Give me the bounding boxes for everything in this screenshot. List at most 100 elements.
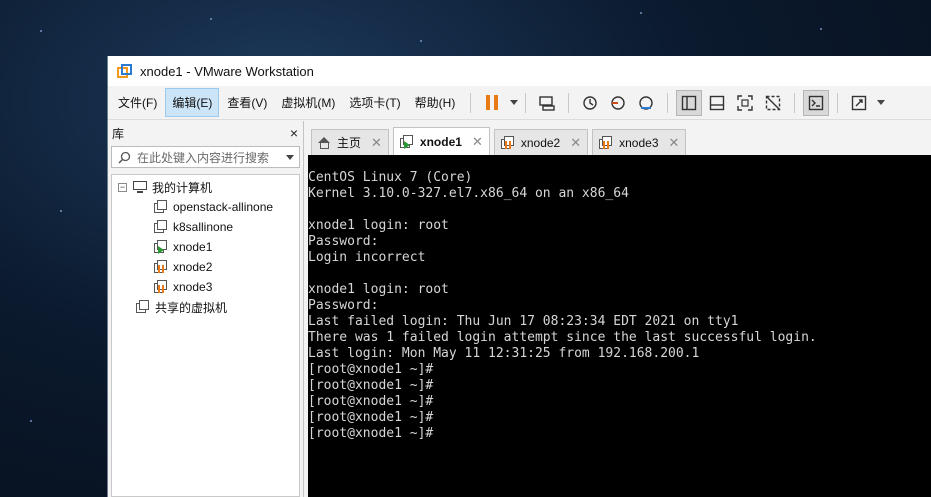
stretch-dropdown-icon[interactable] — [877, 100, 886, 105]
console-line: xnode1 login: root — [308, 282, 449, 297]
console-line: [root@xnode1 ~]# — [308, 410, 434, 425]
library-view-icon — [682, 95, 697, 110]
tree-label: k8sallinone — [173, 220, 234, 234]
vm-icon — [154, 200, 168, 214]
toolbar-divider — [667, 92, 669, 113]
full-screen-button[interactable] — [732, 90, 758, 116]
tab-close-icon[interactable]: ✕ — [570, 135, 581, 151]
console-line — [308, 266, 931, 282]
library-title: 库 — [112, 126, 125, 141]
tree-node-my-computer[interactable]: − 我的计算机 — [112, 177, 299, 197]
tree-node-vm[interactable]: xnode3 — [112, 277, 299, 297]
vm-paused-icon — [500, 135, 515, 150]
shared-vm-icon — [136, 300, 150, 314]
menu-view[interactable]: 查看(V) — [221, 89, 273, 116]
search-placeholder: 在此处键入内容进行搜索 — [137, 150, 270, 165]
full-screen-icon — [737, 94, 754, 111]
toolbar-divider — [525, 92, 527, 113]
vmware-logo-icon — [117, 63, 132, 79]
console-line: Password: — [308, 234, 379, 249]
tab-bar: 主页 ✕ xnode1 ✕ xnode2 ✕ xnode3 ✕ — [308, 127, 931, 155]
revert-snapshot-icon — [611, 95, 626, 110]
tab-close-icon[interactable]: ✕ — [472, 134, 483, 150]
console-line: Last login: Mon May 11 12:31:25 from 192… — [308, 346, 700, 361]
tab-home[interactable]: 主页 ✕ — [311, 129, 389, 155]
tree-label: openstack-allinone — [173, 200, 274, 214]
menu-help[interactable]: 帮助(H) — [409, 89, 462, 116]
tab-close-icon[interactable]: ✕ — [669, 135, 680, 151]
send-keys-icon — [539, 95, 556, 111]
star — [210, 18, 212, 20]
tree-label: 我的计算机 — [152, 180, 213, 195]
console-line: [root@xnode1 ~]# — [308, 378, 434, 393]
console-view-button[interactable] — [803, 89, 830, 116]
tree-label: xnode1 — [173, 240, 213, 254]
pause-button[interactable] — [479, 90, 505, 116]
console-line: xnode1 login: root — [308, 218, 449, 233]
console-line — [308, 202, 931, 218]
collapse-icon[interactable]: − — [118, 182, 127, 192]
vm-icon — [154, 220, 168, 234]
toolbar-divider — [568, 92, 570, 113]
stretch-guest-button[interactable] — [846, 90, 872, 116]
tree-label: 共享的虚拟机 — [155, 300, 228, 315]
home-icon — [318, 136, 331, 149]
tab-label: 主页 — [337, 136, 362, 150]
window-title: xnode1 - VMware Workstation — [140, 63, 314, 79]
vm-running-icon — [399, 134, 414, 149]
snapshot-manager-icon — [639, 95, 654, 110]
vm-running-icon — [154, 240, 168, 254]
console-line: Password: — [308, 298, 379, 313]
star — [420, 40, 422, 42]
vm-console[interactable]: CentOS Linux 7 (Core) Kernel 3.10.0-327.… — [308, 155, 931, 497]
revert-snapshot-button[interactable] — [605, 90, 631, 116]
tab-close-icon[interactable]: ✕ — [371, 135, 382, 151]
console-line: There was 1 failed login attempt since t… — [308, 330, 817, 345]
tree-label: xnode2 — [173, 260, 213, 274]
menu-vm[interactable]: 虚拟机(M) — [275, 89, 341, 116]
tree-node-vm[interactable]: openstack-allinone — [112, 197, 299, 217]
snapshot-button[interactable] — [577, 90, 603, 116]
vmware-window: xnode1 - VMware Workstation 文件(F) 编辑(E) … — [107, 56, 931, 497]
vm-paused-icon — [599, 135, 613, 150]
show-thumbnail-bar-button[interactable] — [704, 90, 730, 116]
snapshot-manager-button[interactable] — [633, 90, 659, 116]
thumbnail-bar-icon — [710, 95, 725, 110]
tab-xnode2[interactable]: xnode2 ✕ — [493, 129, 589, 155]
star — [60, 210, 62, 212]
toolbar-divider — [470, 92, 472, 113]
library-panel: 库 × 在此处键入内容进行搜索 − 我的计算机 openstack-allino… — [108, 121, 304, 497]
library-search-input[interactable]: 在此处键入内容进行搜索 — [111, 146, 300, 168]
star — [820, 28, 822, 30]
tab-xnode1[interactable]: xnode1 ✕ — [392, 127, 490, 155]
star — [640, 12, 642, 14]
stretch-icon — [852, 95, 867, 110]
menu-file[interactable]: 文件(F) — [112, 89, 163, 116]
toolbar-divider — [794, 92, 796, 113]
menu-tabs[interactable]: 选项卡(T) — [343, 89, 406, 116]
menu-edit[interactable]: 编辑(E) — [165, 88, 220, 117]
vm-paused-icon — [154, 280, 168, 294]
unity-button[interactable] — [760, 90, 786, 116]
tab-xnode3[interactable]: xnode3 ✕ — [592, 129, 687, 155]
tab-label: xnode3 — [619, 135, 659, 150]
power-dropdown-icon[interactable] — [510, 100, 519, 105]
tree-node-shared-vms[interactable]: 共享的虚拟机 — [112, 297, 299, 317]
show-library-button[interactable] — [676, 89, 703, 116]
tab-label: xnode1 — [419, 134, 462, 149]
title-bar[interactable]: xnode1 - VMware Workstation — [108, 56, 931, 86]
tree-node-vm[interactable]: xnode1 — [112, 237, 299, 257]
unity-icon — [766, 95, 781, 110]
console-line: [root@xnode1 ~]# — [308, 426, 434, 441]
console-icon — [809, 95, 824, 110]
tab-label: xnode2 — [520, 135, 561, 150]
tree-node-vm[interactable]: k8sallinone — [112, 217, 299, 237]
send-ctrl-alt-del-button[interactable] — [534, 90, 560, 116]
library-tree: − 我的计算机 openstack-allinone k8sallinone x… — [111, 174, 300, 497]
toolbar-divider — [837, 92, 839, 113]
search-icon — [118, 151, 131, 164]
computer-icon — [133, 181, 147, 193]
search-dropdown-icon[interactable] — [286, 154, 294, 160]
tree-node-vm[interactable]: xnode2 — [112, 257, 299, 277]
library-close-icon[interactable]: × — [290, 125, 298, 141]
